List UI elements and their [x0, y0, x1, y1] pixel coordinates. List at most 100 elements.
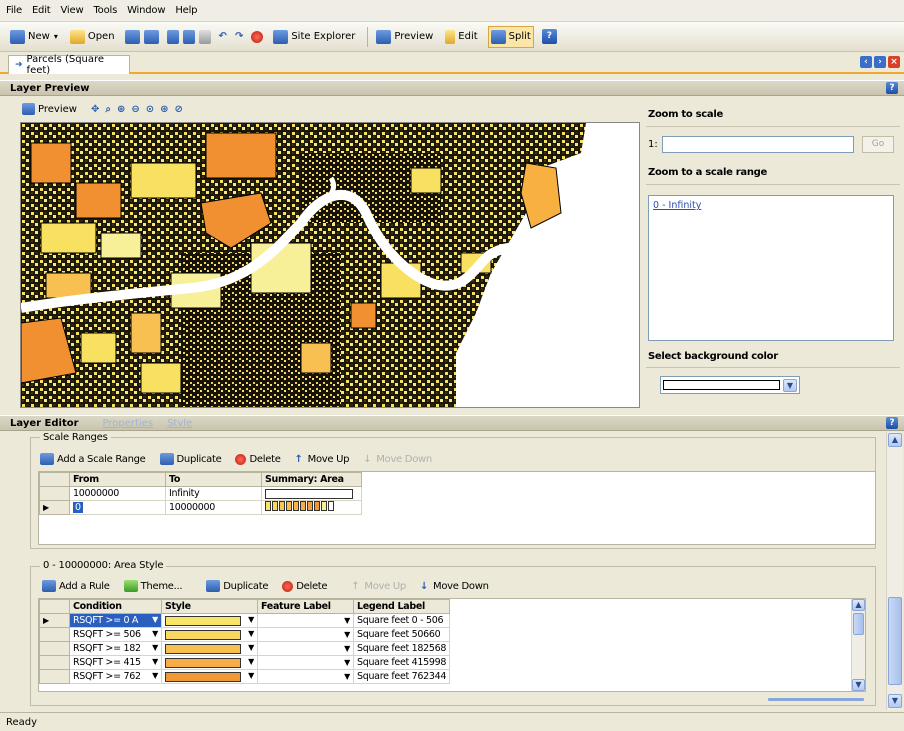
menu-tools[interactable]: Tools: [93, 5, 117, 16]
help-icon[interactable]: ?: [541, 29, 557, 44]
from-cell[interactable]: 10000000: [69, 486, 166, 501]
legend-label-cell[interactable]: Square feet 0 - 506: [352, 613, 451, 628]
row-header[interactable]: [39, 655, 70, 670]
duplicate-rule-button[interactable]: Duplicate: [206, 580, 269, 592]
chevron-down-icon[interactable]: ▼: [344, 630, 350, 639]
close-icon[interactable]: ×: [888, 56, 900, 68]
chevron-down-icon[interactable]: ▼: [344, 672, 350, 681]
chevron-down-icon[interactable]: ▼: [344, 658, 350, 667]
duplicate-range-button[interactable]: Duplicate: [159, 453, 222, 465]
horizontal-scroll-thumb[interactable]: [768, 698, 864, 701]
condition-cell[interactable]: RSQFT >= 762 ▼: [69, 669, 162, 684]
tab-properties[interactable]: Properties: [103, 418, 154, 429]
preview-button[interactable]: Preview: [374, 26, 435, 48]
undo-icon[interactable]: ↶: [219, 31, 227, 42]
chevron-down-icon[interactable]: ▼: [248, 643, 254, 652]
tab-style[interactable]: Style: [167, 418, 192, 429]
row-header[interactable]: [39, 486, 70, 501]
chevron-down-icon[interactable]: ▼: [152, 657, 158, 666]
condition-cell[interactable]: RSQFT >= 182 ▼: [69, 641, 162, 656]
copy-icon[interactable]: [182, 29, 195, 44]
current-row-indicator[interactable]: ▶: [39, 500, 70, 515]
rules-scroll-thumb[interactable]: [853, 613, 864, 635]
site-explorer-button[interactable]: Site Explorer: [271, 26, 357, 48]
paste-icon[interactable]: [198, 29, 211, 44]
row-header[interactable]: [39, 641, 70, 656]
rules-scroll-down-icon[interactable]: ▼: [852, 679, 865, 691]
menu-edit[interactable]: Edit: [32, 5, 51, 16]
go-button[interactable]: Go: [862, 136, 894, 153]
cut-icon[interactable]: [166, 29, 179, 44]
feature-label-cell[interactable]: ▼: [257, 669, 354, 684]
chevron-down-icon[interactable]: ▼: [248, 657, 254, 666]
add-rule-button[interactable]: Add a Rule: [42, 580, 110, 592]
table-row[interactable]: RSQFT >= 506 ▼ ▼ ▼ Square feet 50660: [39, 627, 451, 642]
feature-label-cell[interactable]: ▼: [257, 655, 354, 670]
split-button[interactable]: Split: [487, 25, 534, 48]
style-cell[interactable]: ▼: [161, 669, 258, 684]
legend-label-cell[interactable]: Square feet 182568: [352, 641, 451, 656]
zoom-rectangle-icon[interactable]: ⌕: [105, 104, 111, 115]
to-cell[interactable]: Infinity: [165, 486, 262, 501]
row-header[interactable]: ▶: [39, 613, 70, 628]
rules-scroll-up-icon[interactable]: ▲: [852, 599, 865, 611]
table-row[interactable]: 10000000 Infinity: [39, 486, 362, 501]
edit-button[interactable]: Edit: [443, 26, 479, 48]
save-icon[interactable]: [124, 29, 140, 44]
map-preview-button[interactable]: Preview: [20, 98, 79, 120]
menu-file[interactable]: File: [6, 5, 22, 16]
chevron-down-icon[interactable]: ▼: [152, 629, 158, 638]
scale-range-link[interactable]: 0 - Infinity: [653, 200, 701, 211]
chevron-down-icon[interactable]: ▼: [152, 615, 158, 624]
move-up-range-button[interactable]: ↑ Move Up: [295, 454, 350, 465]
new-dropdown-icon[interactable]: ▾: [54, 32, 58, 41]
table-row[interactable]: RSQFT >= 762 ▼ ▼ ▼ Square feet 762344: [39, 669, 451, 684]
condition-cell[interactable]: RSQFT >= 506 ▼: [69, 627, 162, 642]
chevron-down-icon[interactable]: ▼: [152, 643, 158, 652]
table-row[interactable]: RSQFT >= 182 ▼ ▼ ▼ Square feet 182568: [39, 641, 451, 656]
chevron-down-icon[interactable]: ▼: [248, 671, 254, 680]
open-button[interactable]: Open: [68, 26, 117, 48]
tab-prev-icon[interactable]: ‹: [860, 56, 872, 68]
map-preview[interactable]: [20, 122, 640, 408]
row-header[interactable]: [39, 627, 70, 642]
zoom-previous-icon[interactable]: ⊛: [160, 104, 168, 115]
feature-label-cell[interactable]: ▼: [257, 627, 354, 642]
theme-button[interactable]: Theme...: [123, 580, 183, 592]
layer-preview-help-icon[interactable]: ?: [886, 82, 898, 94]
style-cell[interactable]: ▼: [161, 613, 258, 628]
chevron-down-icon[interactable]: ▼: [344, 644, 350, 653]
rules-scrollbar[interactable]: ▲ ▼: [851, 599, 865, 691]
zoom-selection-icon[interactable]: ⊘: [175, 104, 183, 115]
to-cell[interactable]: 10000000: [165, 500, 262, 515]
style-cell[interactable]: ▼: [161, 655, 258, 670]
delete-range-button[interactable]: Delete: [235, 453, 281, 465]
delete-rule-button[interactable]: Delete: [282, 580, 328, 592]
menu-help[interactable]: Help: [175, 5, 197, 16]
stop-icon[interactable]: [251, 30, 264, 43]
new-button[interactable]: New ▾: [8, 26, 60, 48]
chevron-down-icon[interactable]: ▼: [344, 616, 350, 625]
style-cell[interactable]: ▼: [161, 641, 258, 656]
add-scale-range-button[interactable]: Add a Scale Range: [40, 453, 146, 465]
tab-parcels[interactable]: ➜ Parcels (Square feet): [8, 54, 130, 76]
chevron-down-icon[interactable]: ▼: [248, 615, 254, 624]
table-row[interactable]: ▶ RSQFT >= 0 A ▼ ▼ ▼ Square feet 0 - 506: [39, 613, 451, 628]
pan-icon[interactable]: ✥: [91, 104, 99, 115]
condition-cell[interactable]: RSQFT >= 415 ▼: [69, 655, 162, 670]
feature-label-cell[interactable]: ▼: [257, 641, 354, 656]
zoom-extent-icon[interactable]: ⊙: [146, 104, 154, 115]
from-value-selected[interactable]: 0: [73, 502, 83, 513]
scroll-up-icon[interactable]: ▲: [888, 433, 902, 447]
condition-cell[interactable]: RSQFT >= 0 A ▼: [69, 613, 162, 628]
save-all-icon[interactable]: [143, 29, 159, 44]
redo-icon[interactable]: ↷: [235, 31, 243, 42]
tab-next-icon[interactable]: ›: [874, 56, 886, 68]
scroll-thumb[interactable]: [888, 597, 902, 685]
legend-label-cell[interactable]: Square feet 50660: [352, 627, 451, 642]
move-up-rule-button[interactable]: ↑ Move Up: [351, 581, 406, 592]
feature-label-cell[interactable]: ▼: [257, 613, 354, 628]
move-down-rule-button[interactable]: ↓ Move Down: [420, 581, 489, 592]
scale-input[interactable]: [662, 136, 854, 153]
bg-color-select[interactable]: ▼: [660, 376, 800, 394]
